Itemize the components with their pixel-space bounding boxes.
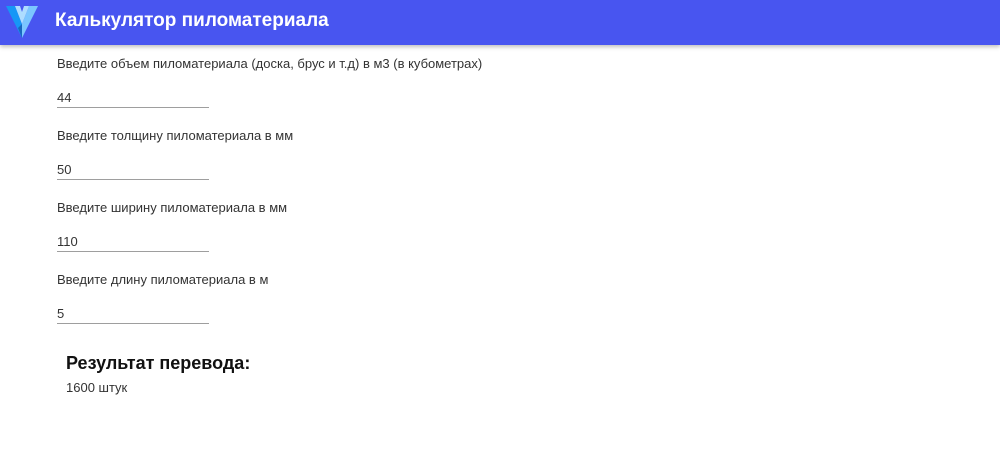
volume-input[interactable] (57, 87, 209, 108)
thickness-label: Введите толщину пиломатериала в мм (57, 128, 294, 143)
width-label: Введите ширину пиломатериала в мм (57, 200, 288, 215)
result-title: Результат перевода: (66, 353, 251, 373)
length-input[interactable] (57, 303, 209, 324)
width-input[interactable] (57, 231, 209, 252)
vuetify-logo-icon (6, 6, 38, 38)
thickness-input[interactable] (57, 159, 209, 180)
length-label: Введите длину пиломатериала в м (57, 272, 269, 287)
result-value: 1600 штук (66, 380, 128, 395)
app-bar: Калькулятор пиломатериала (0, 0, 1000, 45)
app-title: Калькулятор пиломатериала (55, 10, 329, 31)
volume-label: Введите объем пиломатериала (доска, брус… (57, 56, 483, 71)
